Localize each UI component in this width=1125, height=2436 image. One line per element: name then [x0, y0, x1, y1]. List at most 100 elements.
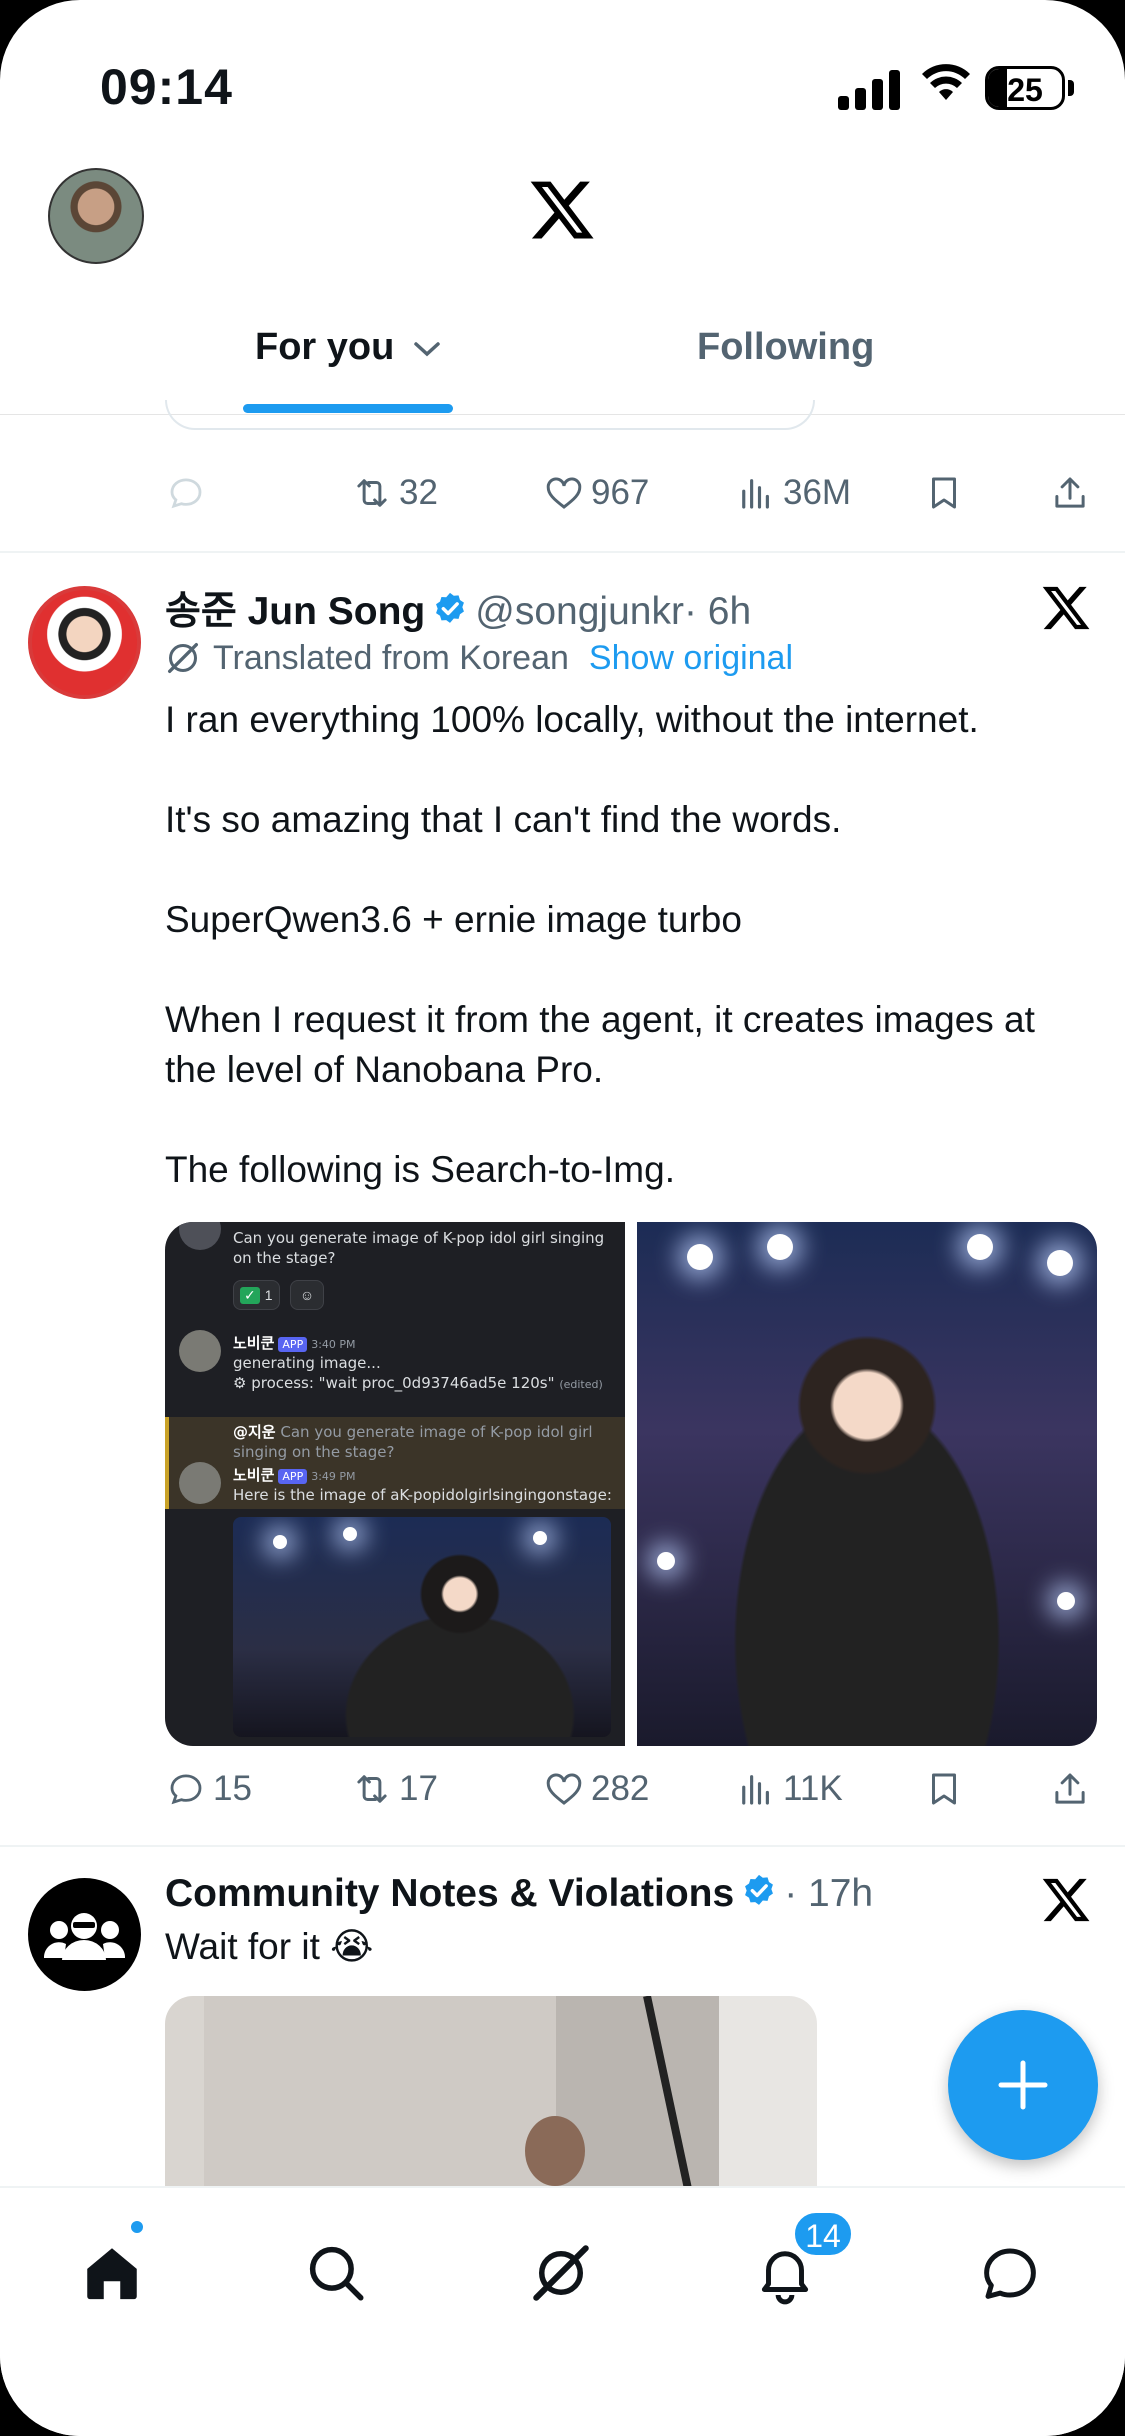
- compose-button[interactable]: [948, 2010, 1098, 2160]
- bot-avatar: [179, 1462, 221, 1504]
- profile-avatar[interactable]: [48, 168, 144, 264]
- x-source-icon: [1042, 1878, 1090, 1922]
- tab-for-you[interactable]: For you: [255, 326, 442, 369]
- nav-grok[interactable]: [516, 2228, 606, 2318]
- quoted-tweet-card[interactable]: [165, 400, 815, 430]
- heart-icon: [546, 1773, 582, 1805]
- views-button[interactable]: 36M: [735, 472, 851, 514]
- like-button[interactable]: 967: [543, 472, 649, 514]
- author-name[interactable]: Community Notes & Violations: [165, 1872, 734, 1915]
- plus-icon: [998, 2060, 1048, 2110]
- like-count: 282: [591, 1769, 650, 1808]
- discord-bot-line: 노비쿤 APP 3:49 PM: [233, 1464, 356, 1485]
- views-icon: [742, 479, 769, 509]
- nav-home[interactable]: [67, 2228, 157, 2318]
- views-count: 36M: [783, 473, 852, 512]
- retweet-icon: [357, 1775, 387, 1803]
- tweet-actions: 15 17 282 11K: [165, 1768, 1095, 1828]
- verified-badge-icon: [436, 592, 465, 623]
- tab-for-you-label: For you: [255, 326, 395, 368]
- stage-light: [273, 1535, 287, 1549]
- stage-light: [1047, 1250, 1073, 1276]
- bottom-nav: 14: [0, 2186, 1125, 2436]
- heart-icon: [546, 477, 582, 509]
- stage-light: [657, 1552, 675, 1570]
- tweet-header: 송준 Jun Song @songjunkr· 6h: [165, 580, 751, 636]
- share-button[interactable]: [1049, 472, 1097, 514]
- translation-notice: Translated from Korean Show original: [163, 638, 793, 678]
- bookmark-button[interactable]: [923, 472, 971, 514]
- verified-badge-icon: [745, 1874, 774, 1905]
- tweet-media: Can you generate image of K-pop idol gir…: [165, 1222, 1097, 1746]
- process-text: ⚙ process: "wait proc_0d93746ad5e 120s": [233, 1374, 555, 1392]
- author-avatar[interactable]: [28, 1878, 141, 1991]
- retweet-button[interactable]: 32: [351, 472, 438, 514]
- app-tag: APP: [278, 1469, 308, 1484]
- bookmark-button[interactable]: [923, 1768, 971, 1810]
- reply-count: 15: [213, 1769, 252, 1808]
- stage-light: [343, 1527, 357, 1541]
- bot-avatar: [179, 1330, 221, 1372]
- media-image-discord-screenshot[interactable]: Can you generate image of K-pop idol gir…: [165, 1222, 625, 1746]
- media-image-kpop-stage[interactable]: [637, 1222, 1097, 1746]
- tweet-text: Wait for it 😭: [165, 1926, 374, 1967]
- generated-image-thumbnail: [233, 1517, 611, 1737]
- message-time: 3:40 PM: [311, 1338, 356, 1351]
- x-logo-icon[interactable]: [525, 175, 599, 245]
- bot-name: 노비쿤: [233, 1334, 275, 1352]
- author-avatar[interactable]: [28, 586, 141, 699]
- stage-light: [533, 1531, 547, 1545]
- phone-screen: 09:14 25 For you Following 32 967 36M 송준…: [0, 0, 1125, 2436]
- retweet-icon: [357, 479, 387, 507]
- bookmark-icon: [932, 1773, 956, 1805]
- reply-button[interactable]: 15: [165, 1768, 252, 1810]
- share-icon: [1055, 477, 1085, 508]
- discord-result: Here is the image of aK-popidolgirlsingi…: [233, 1486, 612, 1504]
- retweet-button[interactable]: 17: [351, 1768, 438, 1810]
- tweet-divider: [0, 1845, 1125, 1847]
- reply-button[interactable]: [165, 472, 213, 514]
- discord-bot-line: 노비쿤 APP 3:40 PM: [233, 1332, 356, 1353]
- views-button[interactable]: 11K: [735, 1768, 843, 1810]
- status-bar: 09:14 25: [0, 0, 1125, 160]
- discord-reaction: ✓ 1: [233, 1280, 280, 1310]
- reaction-count: 1: [264, 1287, 273, 1303]
- nav-messages[interactable]: [965, 2228, 1055, 2318]
- reply-text: Can you generate image of K-pop idol gir…: [233, 1423, 593, 1461]
- battery-cap: [1068, 80, 1074, 96]
- tab-following[interactable]: Following: [697, 326, 874, 369]
- like-count: 967: [591, 473, 650, 512]
- nav-search[interactable]: [291, 2228, 381, 2318]
- discord-process: ⚙ process: "wait proc_0d93746ad5e 120s" …: [233, 1374, 603, 1392]
- wifi-icon: [922, 64, 970, 100]
- author-handle[interactable]: @songjunkr: [475, 590, 684, 633]
- chat-bubble-icon: [984, 2248, 1036, 2299]
- notifications-badge: 14: [792, 2210, 854, 2258]
- search-icon: [309, 2246, 364, 2301]
- author-name[interactable]: 송준 Jun Song: [165, 590, 425, 633]
- bot-name: 노비쿤: [233, 1466, 275, 1484]
- share-button[interactable]: [1049, 1768, 1097, 1810]
- grok-icon: [533, 2245, 589, 2301]
- like-button[interactable]: 282: [543, 1768, 649, 1810]
- show-original-link[interactable]: Show original: [589, 639, 793, 678]
- translated-label: Translated from Korean: [213, 638, 569, 677]
- tweet-paragraph: When I request it from the agent, it cre…: [165, 999, 1035, 1090]
- discord-generating: generating image...: [233, 1354, 381, 1372]
- grok-translate-icon: [168, 643, 198, 673]
- tweet-actions: 32 967 36M: [165, 472, 1095, 532]
- tweet-divider: [0, 551, 1125, 553]
- reply-icon: [170, 1774, 202, 1805]
- cellular-signal-icon: [838, 68, 900, 110]
- reply-icon: [170, 478, 202, 509]
- stage-light: [967, 1234, 993, 1260]
- bookmark-icon: [932, 477, 956, 509]
- chevron-down-icon[interactable]: [412, 339, 442, 359]
- tweet-text: I ran everything 100% locally, without t…: [165, 695, 1095, 1195]
- battery-level: 25: [1007, 72, 1043, 108]
- home-icon: [87, 2248, 137, 2300]
- community-icon: [43, 1913, 126, 1960]
- discord-reply: @지운 Can you generate image of K-pop idol…: [233, 1422, 603, 1462]
- timeline-tabs: For you Following: [0, 300, 1125, 415]
- discord-avatar: [179, 1222, 221, 1250]
